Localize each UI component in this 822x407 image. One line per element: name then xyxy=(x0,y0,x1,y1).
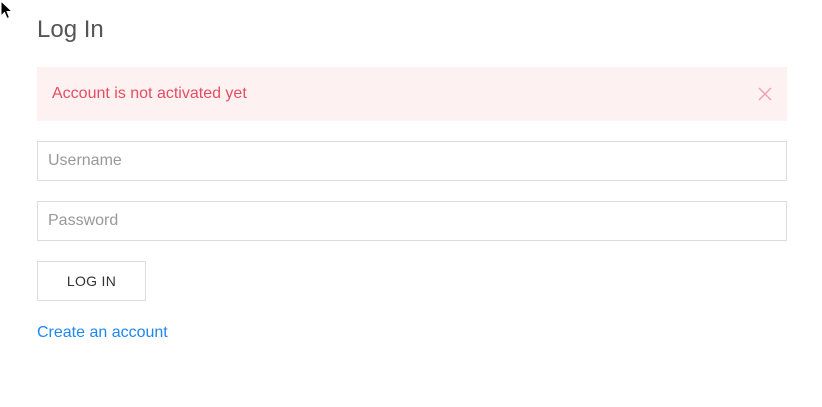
username-input[interactable] xyxy=(37,141,787,181)
page-title: Log In xyxy=(37,16,104,43)
password-input[interactable] xyxy=(37,201,787,241)
login-button[interactable]: LOG IN xyxy=(37,261,146,301)
create-account-link[interactable]: Create an account xyxy=(37,323,168,343)
login-page: Log In Account is not activated yet LOG … xyxy=(0,0,822,407)
mouse-pointer-icon xyxy=(0,0,14,20)
close-icon[interactable] xyxy=(758,87,772,101)
alert-message: Account is not activated yet xyxy=(52,85,247,102)
error-alert: Account is not activated yet xyxy=(37,67,787,121)
